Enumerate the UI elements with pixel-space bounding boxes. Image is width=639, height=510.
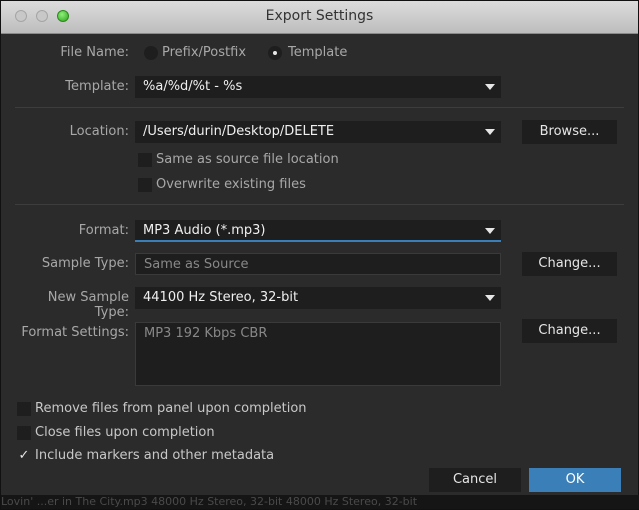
format-settings-value: MP3 192 Kbps CBR xyxy=(144,326,268,341)
overwrite-checkbox[interactable] xyxy=(138,178,152,192)
sample-type-field: Same as Source xyxy=(135,253,501,275)
radio-template-label[interactable]: Template xyxy=(288,45,347,60)
divider xyxy=(15,107,624,108)
format-settings-field: MP3 192 Kbps CBR xyxy=(135,322,501,386)
new-sample-type-label: New Sample Type: xyxy=(47,290,129,320)
check-icon: ✓ xyxy=(18,448,30,463)
location-dropdown[interactable]: /Users/durin/Desktop/DELETE xyxy=(135,121,501,143)
export-settings-dialog: Export Settings File Name: Prefix/Postfi… xyxy=(0,0,639,510)
chevron-down-icon xyxy=(485,295,495,301)
template-dropdown[interactable]: %a/%d/%t - %s xyxy=(135,76,501,98)
overwrite-label: Overwrite existing files xyxy=(156,177,306,192)
cancel-button[interactable]: Cancel xyxy=(429,468,521,492)
window-title: Export Settings xyxy=(265,8,374,24)
chevron-down-icon xyxy=(485,129,495,135)
chevron-down-icon xyxy=(485,228,495,234)
sample-type-value: Same as Source xyxy=(144,257,249,272)
template-value: %a/%d/%t - %s xyxy=(143,79,243,94)
include-markers-label: Include markers and other metadata xyxy=(35,448,275,463)
title-bar[interactable]: Export Settings xyxy=(1,1,638,34)
format-value: MP3 Audio (*.mp3) xyxy=(143,223,266,238)
location-label: Location: xyxy=(69,124,129,139)
format-label: Format: xyxy=(78,223,129,238)
close-files-label: Close files upon completion xyxy=(35,425,215,440)
divider xyxy=(15,204,624,205)
background-file-row: Lovin' ...er in The City.mp3 48000 Hz St… xyxy=(1,495,639,509)
sample-type-label: Sample Type: xyxy=(41,256,129,271)
include-markers-checkbox[interactable]: ✓ xyxy=(17,449,31,463)
close-files-checkbox[interactable] xyxy=(17,426,31,440)
file-name-label: File Name: xyxy=(60,45,129,60)
remove-files-label: Remove files from panel upon completion xyxy=(35,401,307,416)
radio-template[interactable] xyxy=(268,46,282,60)
radio-prefix-postfix[interactable] xyxy=(144,46,158,60)
remove-files-checkbox[interactable] xyxy=(17,402,31,416)
same-as-source-label: Same as source file location xyxy=(156,152,339,167)
chevron-down-icon xyxy=(485,84,495,90)
same-as-source-checkbox[interactable] xyxy=(138,153,152,167)
new-sample-type-value: 44100 Hz Stereo, 32-bit xyxy=(143,290,299,305)
format-dropdown[interactable]: MP3 Audio (*.mp3) xyxy=(135,220,501,242)
radio-prefix-postfix-label[interactable]: Prefix/Postfix xyxy=(162,45,246,60)
format-settings-label: Format Settings: xyxy=(21,325,129,340)
location-value: /Users/durin/Desktop/DELETE xyxy=(143,124,335,139)
template-label: Template: xyxy=(65,79,129,94)
ok-button[interactable]: OK xyxy=(529,468,621,492)
format-settings-change-button[interactable]: Change... xyxy=(522,319,617,343)
browse-button[interactable]: Browse... xyxy=(522,120,617,144)
new-sample-type-dropdown[interactable]: 44100 Hz Stereo, 32-bit xyxy=(135,287,501,309)
sample-type-change-button[interactable]: Change... xyxy=(522,252,617,276)
